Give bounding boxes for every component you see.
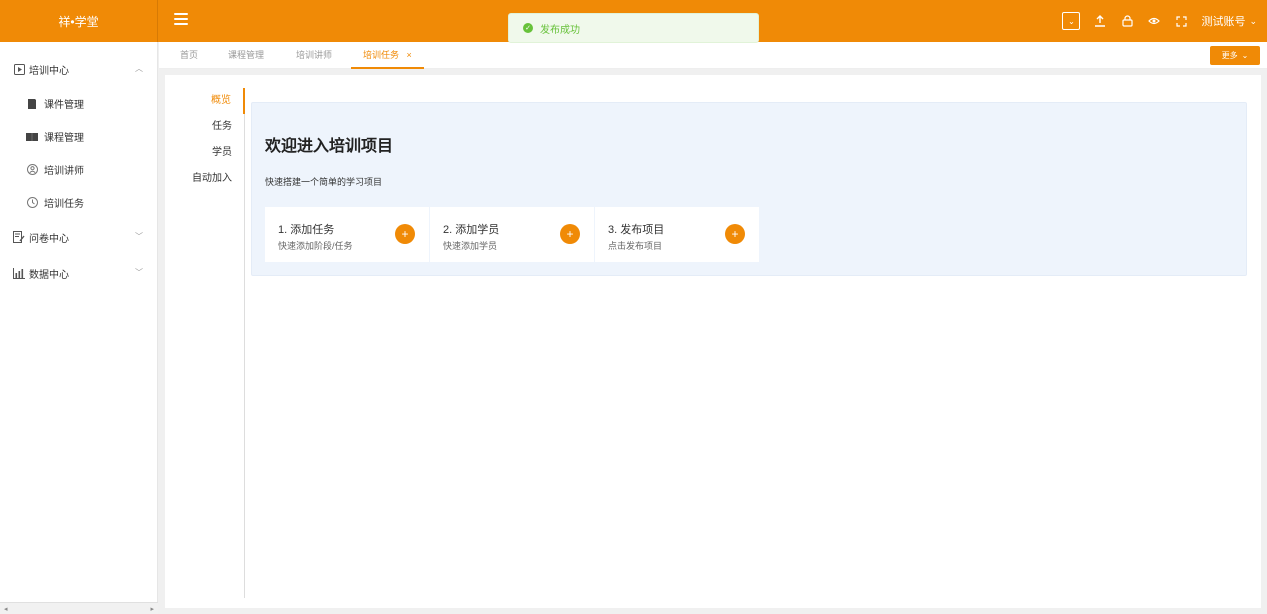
sidebar-group-label: 培训中心 bbox=[29, 65, 69, 77]
tab-training-tasks[interactable]: 培训任务 × bbox=[351, 42, 424, 69]
edit-document-icon bbox=[13, 231, 25, 243]
scroll-right-icon[interactable]: ▸ bbox=[150, 605, 154, 613]
sidebar-item-courses[interactable]: 课程管理 bbox=[0, 120, 157, 153]
sidebar-item-label: 课程管理 bbox=[44, 133, 84, 144]
sidebar-group-label: 问卷中心 bbox=[29, 233, 69, 245]
clock-icon bbox=[26, 197, 38, 209]
page-title: 欢迎进入培训项目 bbox=[265, 138, 394, 155]
eye-icon[interactable] bbox=[1147, 14, 1161, 28]
sidebar-item-label: 培训任务 bbox=[44, 199, 84, 210]
horizontal-scrollbar[interactable]: ◂ ▸ bbox=[0, 602, 158, 614]
sidebar: 培训中心 ︿ 课件管理 课程管理 培训讲师 培训任务 问卷中心 ﹀ 数据中心 ﹀… bbox=[0, 42, 158, 614]
header-actions: ⌄ 测试账号 ⌄ bbox=[1062, 0, 1257, 42]
chevron-up-icon: ︿ bbox=[135, 64, 143, 73]
fullscreen-icon[interactable] bbox=[1174, 14, 1188, 28]
subnav-overview[interactable]: 概览 bbox=[165, 88, 245, 114]
sidebar-item-label: 培训讲师 bbox=[44, 166, 84, 177]
sidebar-item-lecturers[interactable]: 培训讲师 bbox=[0, 153, 157, 186]
play-square-icon bbox=[13, 63, 25, 75]
add-task-plus-icon[interactable]: + bbox=[395, 224, 415, 244]
success-toast: ✓ 发布成功 bbox=[508, 13, 759, 43]
tab-bar: 首页 课程管理 培训讲师 培训任务 × 更多 ⌄ bbox=[159, 42, 1267, 69]
dropdown-box-icon[interactable]: ⌄ bbox=[1062, 12, 1081, 30]
subnav-students[interactable]: 学员 bbox=[165, 140, 244, 166]
close-icon[interactable]: × bbox=[407, 50, 412, 60]
toast-message: 发布成功 bbox=[540, 24, 580, 36]
account-menu[interactable]: 测试账号 ⌄ bbox=[1201, 13, 1257, 29]
project-subnav: 概览 任务 学员 自动加入 bbox=[165, 88, 245, 598]
sidebar-group-label: 数据中心 bbox=[29, 269, 69, 281]
tab-course-management[interactable]: 课程管理 bbox=[228, 42, 264, 69]
document-icon bbox=[26, 98, 38, 110]
step-card-add-student[interactable]: 2. 添加学员 快速添加学员 + bbox=[430, 207, 594, 262]
subnav-tasks[interactable]: 任务 bbox=[165, 114, 244, 140]
bar-chart-icon bbox=[13, 267, 25, 279]
sidebar-item-training-tasks[interactable]: 培训任务 bbox=[0, 186, 157, 219]
lock-icon[interactable] bbox=[1120, 14, 1134, 28]
sidebar-item-courseware[interactable]: 课件管理 bbox=[0, 87, 157, 120]
step-cards: 1. 添加任务 快速添加阶段/任务 + 2. 添加学员 快速添加学员 + 3. … bbox=[265, 207, 759, 262]
more-label: 更多 bbox=[1221, 51, 1238, 60]
sidebar-group-training[interactable]: 培训中心 ︿ bbox=[0, 51, 157, 87]
app-logo[interactable]: 祥•学堂 bbox=[0, 0, 158, 42]
user-circle-icon bbox=[26, 164, 38, 176]
book-icon bbox=[26, 131, 38, 143]
chevron-down-icon: ⌄ bbox=[1241, 51, 1249, 60]
page-subtitle: 快速搭建一个简单的学习项目 bbox=[265, 177, 383, 187]
chevron-down-icon: ﹀ bbox=[135, 232, 143, 241]
upload-icon[interactable] bbox=[1093, 14, 1107, 28]
sidebar-group-data[interactable]: 数据中心 ﹀ bbox=[0, 255, 157, 291]
tab-lecturers[interactable]: 培训讲师 bbox=[296, 42, 332, 69]
menu-toggle-icon[interactable] bbox=[174, 13, 188, 27]
step-card-publish[interactable]: 3. 发布项目 点击发布项目 + bbox=[595, 207, 759, 262]
sidebar-item-label: 课件管理 bbox=[44, 100, 84, 111]
welcome-panel: 欢迎进入培训项目 快速搭建一个简单的学习项目 1. 添加任务 快速添加阶段/任务… bbox=[251, 102, 1247, 276]
check-circle-icon: ✓ bbox=[523, 23, 533, 33]
tab-home[interactable]: 首页 bbox=[180, 42, 198, 69]
publish-plus-icon[interactable]: + bbox=[725, 224, 745, 244]
sidebar-group-survey[interactable]: 问卷中心 ﹀ bbox=[0, 219, 157, 255]
more-button[interactable]: 更多 ⌄ bbox=[1210, 46, 1260, 65]
chevron-down-icon: ⌄ bbox=[1249, 15, 1257, 26]
add-student-plus-icon[interactable]: + bbox=[560, 224, 580, 244]
scroll-left-icon[interactable]: ◂ bbox=[4, 605, 8, 613]
tab-label: 培训任务 bbox=[363, 50, 400, 60]
account-name: 测试账号 bbox=[1201, 16, 1246, 28]
chevron-down-icon: ﹀ bbox=[135, 268, 143, 277]
main-content: 概览 任务 学员 自动加入 欢迎进入培训项目 快速搭建一个简单的学习项目 1. … bbox=[165, 75, 1261, 608]
step-card-add-task[interactable]: 1. 添加任务 快速添加阶段/任务 + bbox=[265, 207, 429, 262]
subnav-auto-join[interactable]: 自动加入 bbox=[165, 166, 244, 192]
